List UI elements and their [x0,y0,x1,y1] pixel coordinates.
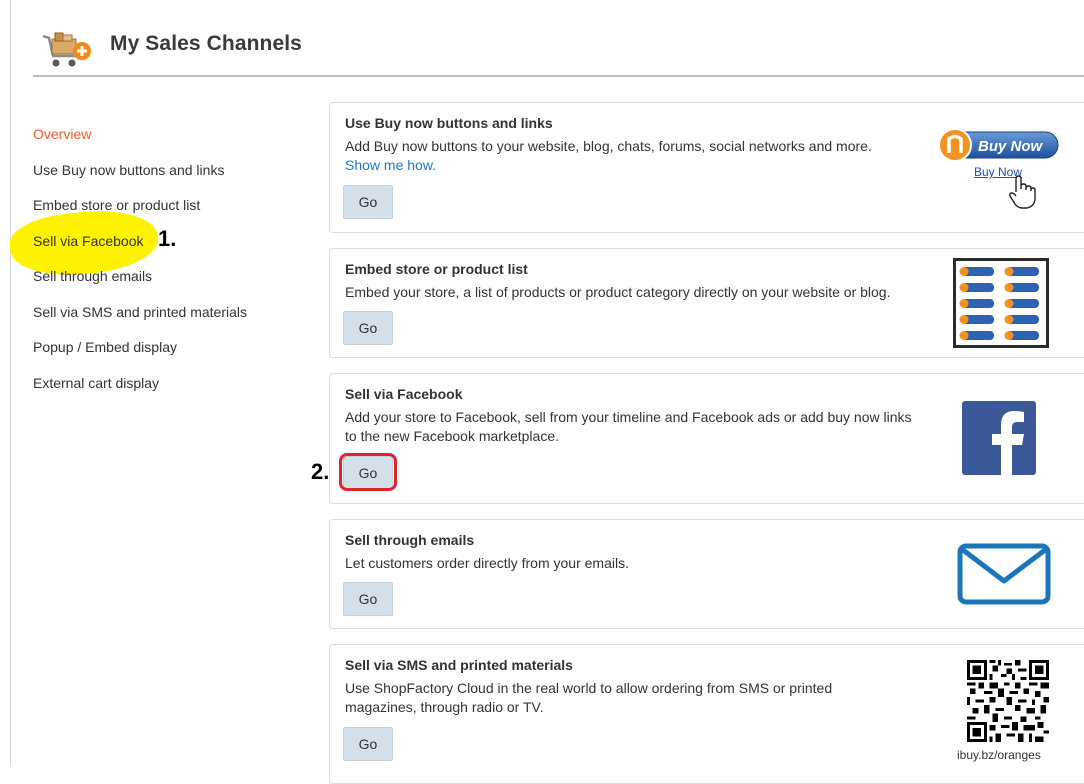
sidebar-item-external-cart[interactable]: External cart display [33,371,323,407]
page-title: My Sales Channels [110,32,302,55]
card-buy-now: Use Buy now buttons and links Add Buy no… [329,102,1084,233]
go-button-emails[interactable]: Go [343,582,393,616]
card-title: Embed store or product list [345,261,528,277]
annotation-step-1: 1. [158,226,177,251]
sidebar-item-embed-store[interactable]: Embed store or product list [33,193,323,229]
card-description: Add Buy now buttons to your website, blo… [345,137,915,175]
facebook-icon [962,401,1036,475]
card-title: Use Buy now buttons and links [345,115,553,131]
sidebar-item-sms[interactable]: Sell via SMS and printed materials [33,300,323,336]
buy-now-icon-label: Buy Now [978,138,1044,155]
go-button-sms[interactable]: Go [343,727,393,761]
card-title: Sell through emails [345,532,475,548]
sidebar-item-emails[interactable]: Sell through emails [33,264,323,300]
card-title: Sell via Facebook [345,386,463,402]
sidebar-item-buy-now[interactable]: Use Buy now buttons and links [33,158,323,194]
show-me-how-link[interactable]: Show me how. [345,157,436,173]
card-description: Add your store to Facebook, sell from yo… [345,409,912,444]
card-description: Let customers order directly from your e… [345,555,629,571]
left-divider [10,0,11,767]
qr-caption: ibuy.bz/oranges [957,748,1041,762]
sidebar-item-popup-embed[interactable]: Popup / Embed display [33,335,323,371]
annotation-step-2: 2. [311,459,330,484]
sidebar-item-facebook[interactable]: Sell via Facebook [33,229,323,265]
card-title: Sell via SMS and printed materials [345,657,573,673]
buy-now-icon: Buy Now [938,128,1059,162]
card-description: Use ShopFactory Cloud in the real world … [345,680,833,715]
header-divider [33,75,1084,77]
hand-cursor-icon [1009,175,1036,209]
card-description: Embed your store, a list of products or … [345,284,891,300]
page-header: My Sales Channels [33,22,1084,77]
annotation-ring [339,453,397,491]
qr-code-icon [967,660,1049,742]
go-button-embed-store[interactable]: Go [343,311,393,345]
product-grid-icon [953,258,1049,348]
go-button-buy-now[interactable]: Go [343,185,393,219]
cart-add-icon [42,32,91,67]
sidebar-item-overview[interactable]: Overview [33,122,323,158]
envelope-icon [957,543,1051,605]
card-description-text: Add Buy now buttons to your website, blo… [345,138,872,154]
sidebar-nav: Overview Use Buy now buttons and links E… [33,122,323,406]
